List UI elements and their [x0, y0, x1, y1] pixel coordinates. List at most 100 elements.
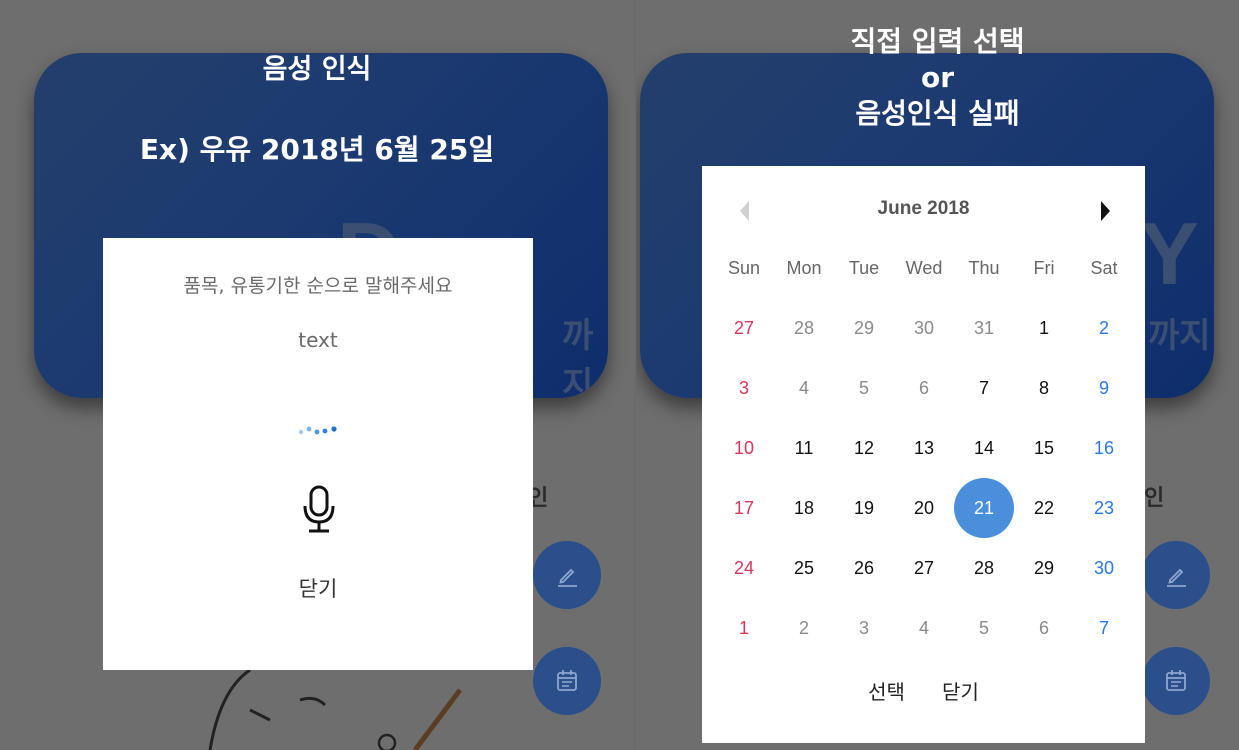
day-number: 27 — [733, 317, 755, 338]
day-cell[interactable]: 10 — [714, 418, 774, 478]
day-cell[interactable]: 3 — [834, 598, 894, 658]
select-button[interactable]: 선택 — [868, 676, 905, 705]
day-cell[interactable]: 9 — [1074, 358, 1134, 418]
edit-button[interactable] — [1142, 541, 1210, 609]
day-cell[interactable]: 5 — [954, 598, 1014, 658]
weekday-header: Sun Mon Tue Wed Thu Fri Sat — [714, 238, 1134, 298]
day-number: 30 — [1093, 557, 1115, 578]
title-line-3: 음성인식 실패 — [855, 97, 1020, 130]
day-cell[interactable]: 30 — [1074, 538, 1134, 598]
day-cell[interactable]: 18 — [774, 478, 834, 538]
day-number: 1 — [738, 617, 749, 638]
day-number: 7 — [978, 377, 989, 398]
day-cell[interactable]: 5 — [834, 358, 894, 418]
day-cell[interactable]: 16 — [1074, 418, 1134, 478]
day-number: 11 — [794, 437, 814, 458]
voice-recognition-dialog: 품목, 유통기한 순으로 말해주세요 text 닫기 — [103, 238, 533, 670]
day-cell[interactable]: 27 — [894, 538, 954, 598]
background-label: 인 — [1144, 486, 1165, 511]
day-number: 7 — [1098, 617, 1109, 638]
day-cell[interactable]: 29 — [834, 298, 894, 358]
close-button[interactable]: 닫기 — [103, 573, 533, 603]
voice-example: Ex) 우유 2018년 6월 25일 — [139, 133, 495, 166]
day-number: 15 — [1033, 437, 1055, 458]
voice-title: 음성 인식 — [262, 54, 372, 85]
day-cell[interactable]: 31 — [954, 298, 1014, 358]
card-until-text: 까지 — [562, 316, 594, 398]
weekday-label: Wed — [905, 257, 943, 278]
dialog-actions: 선택 닫기 — [702, 676, 1145, 705]
next-month-icon[interactable] — [1095, 198, 1115, 224]
day-number: 5 — [978, 617, 989, 638]
day-cell[interactable]: 4 — [894, 598, 954, 658]
day-number: 22 — [1033, 497, 1055, 518]
calendar-button[interactable] — [1142, 647, 1210, 715]
day-cell[interactable]: 15 — [1014, 418, 1074, 478]
day-cell[interactable]: 8 — [1014, 358, 1074, 418]
day-cell[interactable]: 20 — [894, 478, 954, 538]
calendar-header: June 2018 — [702, 194, 1145, 226]
day-number: 24 — [733, 557, 755, 578]
day-cell[interactable]: 7 — [954, 358, 1014, 418]
day-number: 13 — [913, 437, 935, 458]
day-cell[interactable]: 27 — [714, 298, 774, 358]
day-number: 26 — [853, 557, 875, 578]
day-cell[interactable]: 1 — [714, 598, 774, 658]
day-cell[interactable]: 24 — [714, 538, 774, 598]
day-cell[interactable]: 7 — [1074, 598, 1134, 658]
date-picker-screen: Y 까지 인 직접 입력 선택 or 음성인식 실패 June 2018 Sun… — [636, 0, 1239, 750]
day-cell[interactable]: 6 — [894, 358, 954, 418]
day-number: 30 — [913, 317, 935, 338]
day-number: 28 — [793, 317, 815, 338]
calendar-button[interactable] — [533, 647, 601, 715]
day-number: 4 — [918, 617, 929, 638]
day-cell[interactable]: 30 — [894, 298, 954, 358]
calendar-weeks: 27 28 29 30 31 1 2 3 4 5 6 7 8 9 10 11 12 13 14 15 16 17 18 19 2… — [714, 298, 1134, 658]
day-cell[interactable]: 28 — [954, 538, 1014, 598]
day-cell[interactable]: 4 — [774, 358, 834, 418]
weekday-label: Fri — [1033, 257, 1055, 278]
pencil-icon — [1167, 568, 1186, 587]
day-cell[interactable]: 2 — [1074, 298, 1134, 358]
day-cell[interactable]: 14 — [954, 418, 1014, 478]
day-cell[interactable]: 17 — [714, 478, 774, 538]
day-number: 27 — [913, 557, 935, 578]
edit-button[interactable] — [533, 541, 601, 609]
day-number: 25 — [793, 557, 815, 578]
day-number: 21 — [954, 478, 1014, 538]
day-cell[interactable]: 3 — [714, 358, 774, 418]
calendar-icon — [557, 670, 577, 691]
close-button[interactable]: 닫기 — [942, 676, 979, 705]
weekday-label: Sat — [1090, 257, 1118, 278]
title-line-2: or — [920, 61, 955, 94]
day-number: 17 — [733, 497, 755, 518]
day-cell[interactable]: 12 — [834, 418, 894, 478]
day-cell[interactable]: 26 — [834, 538, 894, 598]
day-cell[interactable]: 23 — [1074, 478, 1134, 538]
calendar-week: 10 11 12 13 14 15 16 — [714, 418, 1134, 478]
weekday-label: Tue — [848, 257, 880, 278]
day-number: 2 — [798, 617, 809, 638]
day-cell[interactable]: 28 — [774, 298, 834, 358]
calendar-icon — [1166, 670, 1186, 691]
day-number: 31 — [973, 317, 995, 338]
day-cell[interactable]: 6 — [1014, 598, 1074, 658]
day-cell[interactable]: 2 — [774, 598, 834, 658]
manual-input-title: 직접 입력 선택 or 음성인식 실패 — [636, 24, 1239, 132]
day-number: 8 — [1038, 377, 1049, 398]
day-number: 29 — [1033, 557, 1055, 578]
day-number: 28 — [973, 557, 995, 578]
microphone-icon[interactable] — [302, 484, 336, 534]
day-number: 9 — [1098, 377, 1109, 398]
day-cell[interactable]: 22 — [1014, 478, 1074, 538]
day-cell[interactable]: 19 — [834, 478, 894, 538]
date-picker-dialog: June 2018 Sun Mon Tue Wed Thu Fri Sat 27 28 29 30… — [702, 166, 1145, 743]
day-number: 19 — [853, 497, 875, 518]
day-cell[interactable]: 1 — [1014, 298, 1074, 358]
selected-day-cell[interactable]: 21 — [954, 478, 1014, 538]
day-cell[interactable]: 25 — [774, 538, 834, 598]
day-cell[interactable]: 13 — [894, 418, 954, 478]
day-cell[interactable]: 29 — [1014, 538, 1074, 598]
listening-dots-icon — [298, 426, 337, 435]
day-cell[interactable]: 11 — [774, 418, 834, 478]
